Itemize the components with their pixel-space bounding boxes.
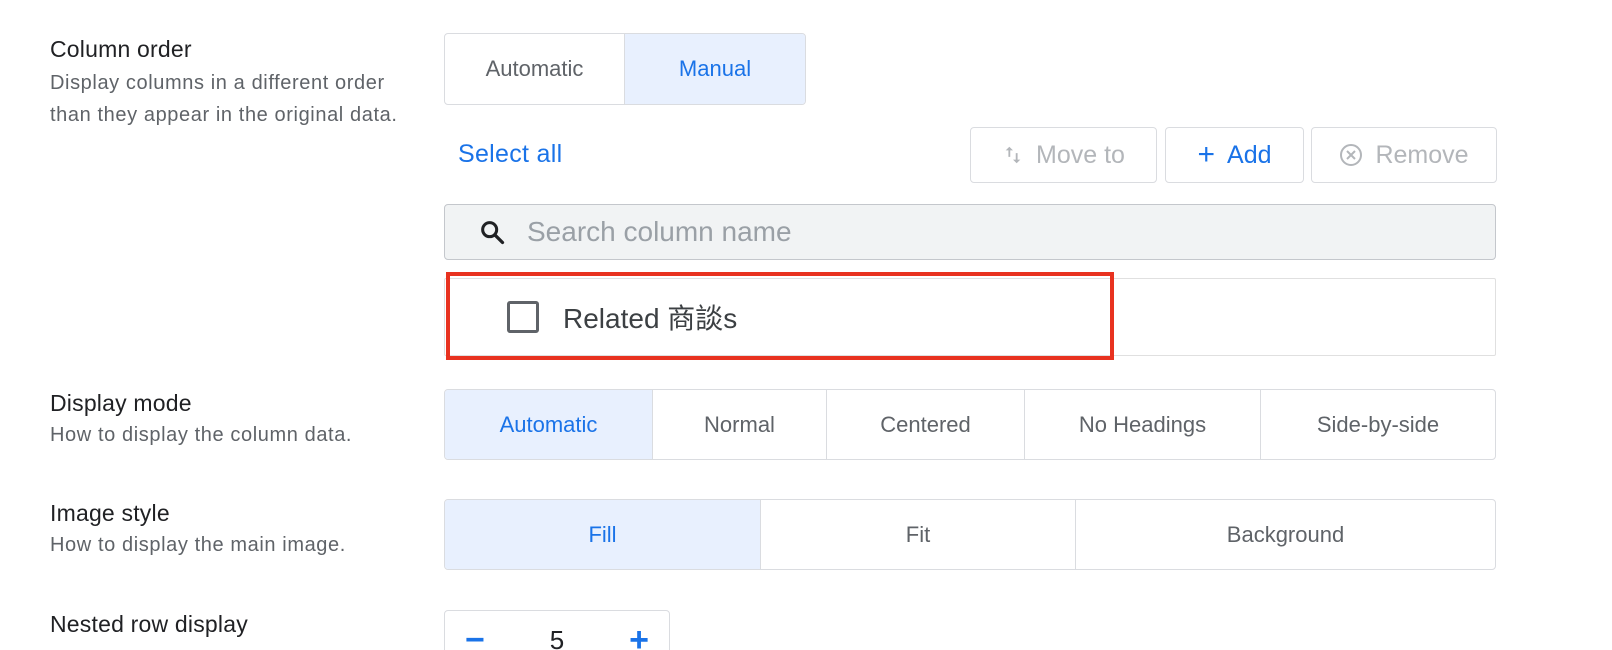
image-style-fill-option[interactable]: Fill xyxy=(445,500,761,569)
nested-row-display-title: Nested row display xyxy=(50,611,248,637)
display-mode-automatic-option[interactable]: Automatic xyxy=(445,390,653,459)
column-order-automatic-option[interactable]: Automatic xyxy=(445,34,625,104)
image-style-fit-option[interactable]: Fit xyxy=(761,500,1076,569)
search-input[interactable] xyxy=(527,216,1495,248)
move-to-button[interactable]: Move to xyxy=(970,127,1157,183)
image-style-label-group: Image style How to display the main imag… xyxy=(50,500,420,561)
display-mode-centered-option[interactable]: Centered xyxy=(827,390,1025,459)
remove-circle-icon xyxy=(1339,143,1363,167)
image-style-toggle: Fill Fit Background xyxy=(444,499,1496,570)
nested-row-stepper: − 5 + xyxy=(444,610,670,650)
display-mode-description: How to display the column data. xyxy=(50,424,353,446)
display-mode-toggle: Automatic Normal Centered No Headings Si… xyxy=(444,389,1496,460)
nested-row-label-group: Nested row display xyxy=(50,611,420,638)
move-to-label: Move to xyxy=(1036,140,1125,169)
column-order-toggle: Automatic Manual xyxy=(444,33,806,105)
plus-icon: + xyxy=(1197,138,1216,171)
select-all-link[interactable]: Select all xyxy=(458,140,562,169)
image-style-background-option[interactable]: Background xyxy=(1076,500,1495,569)
column-checkbox[interactable] xyxy=(507,301,539,333)
column-order-description: Display columns in a different order tha… xyxy=(50,72,398,126)
column-order-title: Column order xyxy=(50,36,192,62)
remove-label: Remove xyxy=(1375,140,1469,169)
list-item[interactable]: Related 商談s xyxy=(445,279,737,355)
add-label: Add xyxy=(1227,140,1272,169)
column-item-label: Related 商談s xyxy=(563,303,738,334)
display-mode-no-headings-option[interactable]: No Headings xyxy=(1025,390,1261,459)
column-search-bar xyxy=(444,204,1496,260)
display-mode-normal-option[interactable]: Normal xyxy=(653,390,827,459)
display-mode-label-group: Display mode How to display the column d… xyxy=(50,390,420,451)
image-style-title: Image style xyxy=(50,500,170,526)
increment-button[interactable]: + xyxy=(629,621,649,650)
display-mode-title: Display mode xyxy=(50,390,192,416)
display-mode-side-by-side-option[interactable]: Side-by-side xyxy=(1261,390,1495,459)
search-icon xyxy=(477,217,507,247)
image-style-description: How to display the main image. xyxy=(50,534,346,556)
column-order-manual-option[interactable]: Manual xyxy=(625,34,805,104)
swap-vertical-icon xyxy=(1002,144,1024,166)
remove-button[interactable]: Remove xyxy=(1311,127,1497,183)
nested-row-count[interactable]: 5 xyxy=(550,625,564,650)
add-button[interactable]: + Add xyxy=(1165,127,1304,183)
column-list: Related 商談s xyxy=(444,278,1496,356)
column-order-label-group: Column order Display columns in a differ… xyxy=(50,36,420,131)
decrement-button[interactable]: − xyxy=(465,621,485,650)
